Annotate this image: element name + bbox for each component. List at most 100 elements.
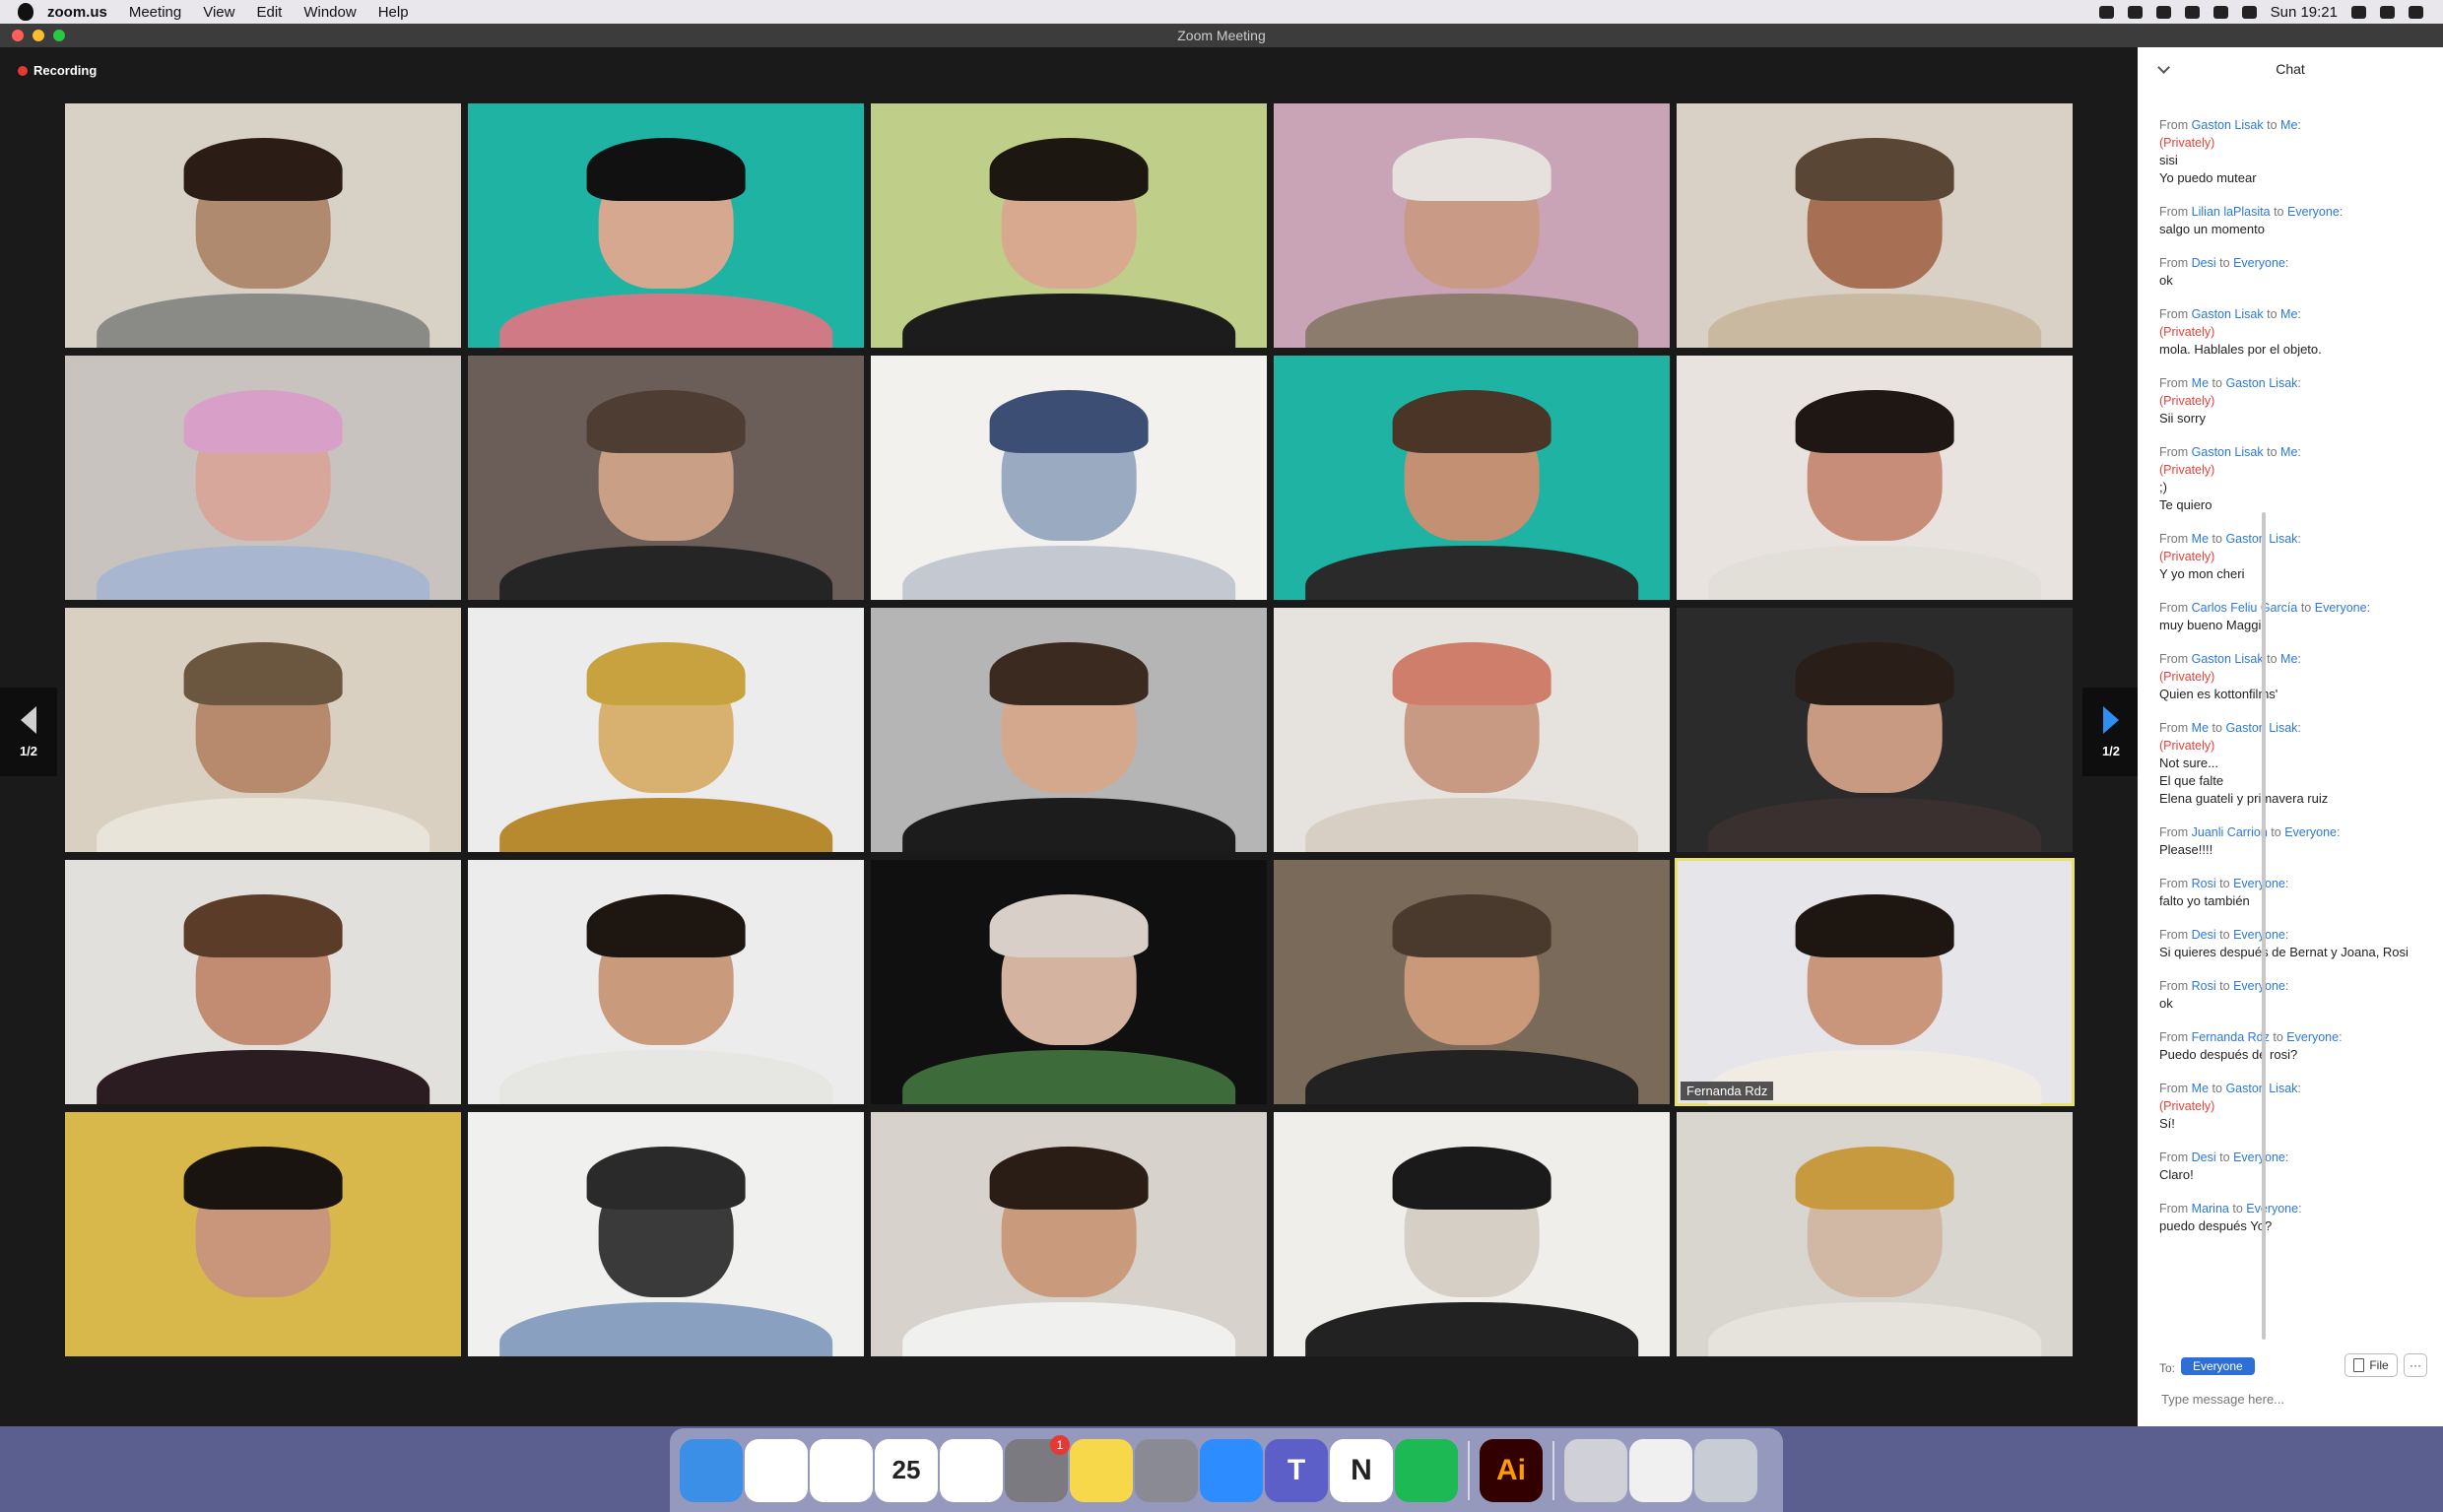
message-sender[interactable]: Gaston Lisak — [2192, 118, 2264, 132]
chrome-icon[interactable] — [745, 1438, 808, 1502]
clock[interactable]: Sun 19:21 — [2271, 4, 2338, 21]
notion-icon[interactable]: N — [1330, 1438, 1393, 1502]
message-input[interactable] — [2159, 1391, 2419, 1408]
message-sender[interactable]: Me — [2192, 376, 2209, 390]
message-recipient[interactable]: Me — [2280, 445, 2297, 459]
chrome-mail-icon[interactable] — [1629, 1438, 1692, 1502]
menu-help[interactable]: Help — [378, 4, 409, 21]
menu-app[interactable]: zoom.us — [47, 4, 107, 21]
message-sender[interactable]: Gaston Lisak — [2192, 445, 2264, 459]
menu-window[interactable]: Window — [303, 4, 356, 21]
video-tile[interactable] — [871, 103, 1267, 348]
video-tile[interactable] — [468, 860, 864, 1104]
apple-icon[interactable] — [18, 3, 33, 21]
video-tile[interactable] — [468, 608, 864, 852]
message-recipient[interactable]: Gaston Lisak — [2225, 376, 2297, 390]
message-recipient[interactable]: Everyone — [2287, 205, 2340, 219]
message-recipient[interactable]: Everyone — [2286, 1030, 2339, 1044]
menu-view[interactable]: View — [203, 4, 234, 21]
video-tile[interactable] — [1274, 103, 1670, 348]
photos-icon[interactable] — [810, 1438, 873, 1502]
video-tile[interactable]: Fernanda Rdz — [1675, 858, 2075, 1106]
creative-cloud-icon[interactable] — [2127, 5, 2143, 19]
message-recipient[interactable]: Everyone — [2233, 979, 2285, 993]
message-sender[interactable]: Rosi — [2192, 877, 2216, 890]
video-tile[interactable] — [1274, 860, 1670, 1104]
message-sender[interactable]: Juanli Carrion — [2192, 825, 2268, 839]
spotify-icon[interactable] — [1395, 1438, 1458, 1502]
close-window-button[interactable] — [12, 30, 24, 41]
recipient-dropdown[interactable]: Everyone — [2181, 1357, 2255, 1375]
message-sender[interactable]: Rosi — [2192, 979, 2216, 993]
message-recipient[interactable]: Everyone — [2233, 877, 2285, 890]
message-recipient[interactable]: Me — [2280, 307, 2297, 321]
message-sender[interactable]: Me — [2192, 1082, 2209, 1095]
zoom-window-button[interactable] — [53, 30, 65, 41]
reminders-icon[interactable] — [940, 1438, 1003, 1502]
notes-icon[interactable] — [1070, 1438, 1133, 1502]
message-sender[interactable]: Lilian laPlasita — [2192, 205, 2271, 219]
message-recipient[interactable]: Everyone — [2284, 825, 2337, 839]
menu-edit[interactable]: Edit — [256, 4, 282, 21]
zoom-icon[interactable] — [1200, 1438, 1263, 1502]
video-tile[interactable] — [468, 1112, 864, 1356]
message-sender[interactable]: Desi — [2192, 928, 2216, 942]
airplay-icon[interactable] — [2155, 5, 2171, 19]
chevron-down-icon[interactable] — [2157, 61, 2170, 74]
video-tile[interactable] — [871, 608, 1267, 852]
bluetooth-icon[interactable] — [2212, 5, 2228, 19]
control-center-icon[interactable] — [2409, 5, 2423, 19]
next-page-button[interactable]: 1/2 — [2082, 688, 2140, 776]
message-recipient[interactable]: Everyone — [2233, 928, 2285, 942]
finder-icon[interactable] — [680, 1438, 743, 1502]
video-tile[interactable] — [871, 860, 1267, 1104]
wifi-icon[interactable] — [2241, 5, 2257, 19]
video-tile[interactable] — [1677, 356, 2073, 600]
video-tile[interactable] — [1274, 608, 1670, 852]
video-tile[interactable] — [1274, 356, 1670, 600]
video-tile[interactable] — [65, 608, 461, 852]
message-sender[interactable]: Carlos Feliu García — [2192, 601, 2298, 615]
launchpad-icon[interactable] — [1135, 1438, 1198, 1502]
video-tile[interactable] — [65, 860, 461, 1104]
message-recipient[interactable]: Me — [2280, 652, 2297, 666]
video-tile[interactable] — [1677, 608, 2073, 852]
video-tile[interactable] — [1274, 1112, 1670, 1356]
message-sender[interactable]: Desi — [2192, 1150, 2216, 1164]
message-recipient[interactable]: Everyone — [2315, 601, 2367, 615]
clipboard-icon[interactable] — [2184, 5, 2200, 19]
file-button[interactable]: File — [2344, 1353, 2398, 1377]
video-tile[interactable] — [65, 103, 461, 348]
illustrator-icon[interactable]: Ai — [1480, 1438, 1543, 1502]
chat-scrollbar[interactable] — [2262, 512, 2266, 1340]
video-tile[interactable] — [468, 356, 864, 600]
message-sender[interactable]: Gaston Lisak — [2192, 652, 2264, 666]
video-tile[interactable] — [1677, 103, 2073, 348]
video-tile[interactable] — [65, 1112, 461, 1356]
prev-page-button[interactable]: 1/2 — [0, 688, 57, 776]
user-icon[interactable] — [2380, 5, 2395, 19]
message-recipient[interactable]: Me — [2280, 118, 2297, 132]
video-tile[interactable] — [1677, 1112, 2073, 1356]
preview-icon[interactable] — [1564, 1438, 1627, 1502]
zoom-tray-icon[interactable] — [2098, 5, 2114, 19]
message-recipient[interactable]: Everyone — [2233, 1150, 2285, 1164]
message-sender[interactable]: Fernanda Rdz — [2192, 1030, 2270, 1044]
search-icon[interactable] — [2351, 5, 2366, 19]
trash-icon[interactable] — [1694, 1438, 1757, 1502]
message-sender[interactable]: Me — [2192, 532, 2209, 546]
message-recipient[interactable]: Everyone — [2233, 256, 2285, 270]
more-options-button[interactable]: ··· — [2404, 1353, 2427, 1377]
chat-messages[interactable]: From Gaston Lisak to Me: (Privately) sisi Y… — [2159, 116, 2425, 1251]
teams-icon[interactable]: T — [1265, 1438, 1328, 1502]
video-tile[interactable] — [65, 356, 461, 600]
menu-meeting[interactable]: Meeting — [129, 4, 181, 21]
system-preferences-icon[interactable]: 1 — [1005, 1434, 1070, 1502]
calendar-icon[interactable]: 25 — [875, 1438, 938, 1502]
message-sender[interactable]: Me — [2192, 721, 2209, 735]
video-tile[interactable] — [871, 356, 1267, 600]
message-sender[interactable]: Gaston Lisak — [2192, 307, 2264, 321]
video-tile[interactable] — [871, 1112, 1267, 1356]
minimize-window-button[interactable] — [33, 30, 44, 41]
message-recipient[interactable]: Everyone — [2246, 1202, 2298, 1216]
